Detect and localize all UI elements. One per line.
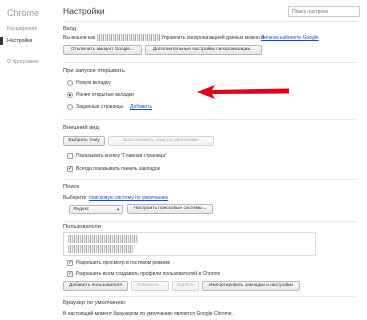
- section-title-signin: Вход: [63, 26, 77, 32]
- default-browser-text: В настоящий момент браузером по умолчани…: [63, 311, 234, 317]
- red-arrow-annotation: [197, 85, 289, 99]
- section-divider: [63, 179, 357, 180]
- search-engine-value: Яндекс: [73, 207, 90, 212]
- bookmarks-bar-label: Всегда показывать панель закладок: [76, 166, 160, 172]
- settings-main: Настройки Вход Вы вошли как Управлять си…: [54, 0, 367, 320]
- startup-option-restore-tabs: Ранее открытые вкладки: [76, 92, 134, 98]
- guest-browsing-label: Разрешить просмотр в гостевом режиме: [76, 260, 171, 266]
- section-divider: [63, 62, 357, 63]
- reset-theme-button[interactable]: Восстановить тему по умолчанию: [108, 136, 214, 146]
- active-nav-marker: [0, 37, 3, 45]
- section-title-search: Поиск: [63, 184, 80, 190]
- sidebar-item-settings[interactable]: Настройки: [7, 38, 32, 44]
- blurred-account-email: [97, 34, 160, 41]
- section-title-users: Пользователи: [63, 224, 101, 230]
- advanced-sync-button[interactable]: Дополнительные настройки синхронизации..…: [145, 45, 262, 55]
- section-divider: [63, 296, 357, 297]
- edit-user-button[interactable]: Изменить...: [131, 281, 169, 291]
- header-divider: [63, 21, 357, 22]
- search-input[interactable]: [288, 6, 360, 17]
- search-text: Выберите: [63, 195, 87, 201]
- checkbox-bookmarks-bar[interactable]: ✓: [67, 166, 73, 172]
- sidebar: Chrome Расширения Настройки О программе: [0, 0, 54, 320]
- home-button-label: Показывать кнопку "Главная страница": [76, 153, 167, 159]
- startup-option-new-tab: Новую вкладку: [76, 80, 111, 86]
- radio-restore-tabs[interactable]: [67, 92, 73, 98]
- sidebar-item-about[interactable]: О программе: [7, 59, 39, 65]
- section-title-startup: При запуске открывать: [63, 68, 125, 74]
- default-search-engine-link[interactable]: поисковую систему по умолчанию: [89, 195, 168, 201]
- signin-text-after: Управлять синхронизацией данных можно в: [161, 35, 264, 41]
- startup-option-specific-pages: Заданные страницы: [76, 104, 124, 110]
- section-title-appearance: Внешний вид: [63, 125, 99, 131]
- section-title-default-browser: Браузер по умолчанию: [63, 300, 125, 306]
- app-brand: Chrome: [7, 8, 40, 18]
- disconnect-account-button[interactable]: Отключить аккаунт Google...: [63, 45, 142, 55]
- blurred-user-name: [68, 245, 133, 253]
- sidebar-item-extensions[interactable]: Расширения: [7, 26, 37, 32]
- google-dashboard-link[interactable]: Личном кабинете Google: [261, 35, 319, 41]
- radio-new-tab[interactable]: [67, 80, 73, 86]
- chevron-down-icon: ▼: [116, 207, 120, 212]
- page-title: Настройки: [63, 6, 105, 16]
- section-divider: [63, 119, 357, 120]
- add-pages-link[interactable]: Добавить: [130, 104, 152, 110]
- blurred-user-name: [68, 235, 138, 243]
- signin-text: Вы вошли как: [63, 35, 96, 41]
- users-list[interactable]: [63, 232, 316, 256]
- add-user-button[interactable]: Добавить пользователя: [63, 281, 128, 291]
- import-bookmarks-button[interactable]: Импортировать закладки и настройки: [202, 281, 300, 291]
- checkbox-allow-profiles[interactable]: ✓: [67, 271, 73, 277]
- checkbox-guest-browsing[interactable]: ✓: [67, 260, 73, 266]
- search-engine-select[interactable]: Яндекс ▼: [69, 205, 123, 214]
- choose-theme-button[interactable]: Выбрать тему: [63, 136, 105, 146]
- delete-user-button[interactable]: Удалить: [172, 281, 199, 291]
- radio-specific-pages[interactable]: [67, 104, 73, 110]
- checkbox-home-button[interactable]: [67, 153, 73, 159]
- section-divider: [63, 221, 357, 222]
- allow-profiles-label: Разрешить всем создавать профили пользов…: [76, 271, 221, 277]
- manage-search-engines-button[interactable]: Настроить поисковые системы...: [127, 204, 213, 214]
